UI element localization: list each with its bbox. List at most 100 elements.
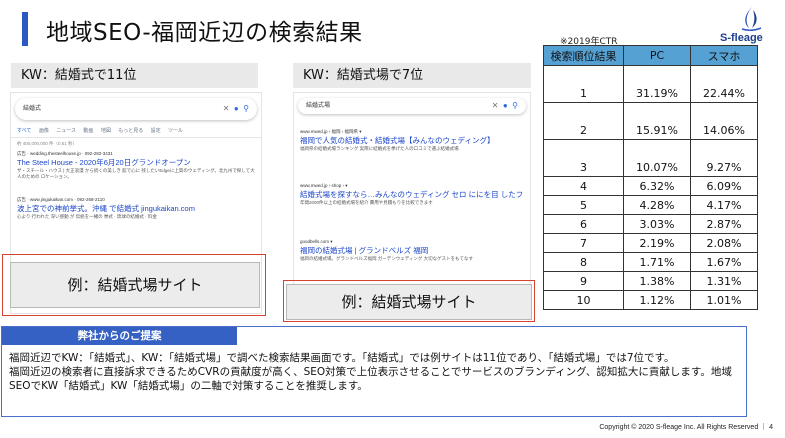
tabs-divider xyxy=(11,137,261,138)
result-url: 広告 · www.jingukaikan.com · 092-268-2110 xyxy=(17,197,105,202)
header-smartphone: スマホ xyxy=(690,45,758,66)
clear-icon: ✕ xyxy=(491,101,499,110)
company-logo: S-fleage xyxy=(718,6,778,46)
mic-icon: ● xyxy=(502,101,508,110)
table-row: 10 1.12% 1.01% xyxy=(543,290,758,310)
sp-ctr-cell: 22.44% xyxy=(690,65,758,103)
sp-ctr-cell: 1.31% xyxy=(690,271,758,291)
tab-tools: ツール xyxy=(168,128,184,134)
rank-cell: 3 xyxy=(543,139,624,177)
pc-ctr-cell: 6.32% xyxy=(623,176,691,196)
sp-ctr-cell: 4.17% xyxy=(690,195,758,215)
pc-ctr-cell: 3.03% xyxy=(623,214,691,234)
result-description: 年間2000件以上の結婚式場を紹介 費用や見積もりを比較できます xyxy=(300,200,433,205)
title-accent-bar xyxy=(22,12,28,46)
tab-videos: 動画 xyxy=(83,128,94,134)
sp-ctr-cell: 1.01% xyxy=(690,290,758,310)
result-title: 福岡の結婚式場 | グランドベルズ 福岡 xyxy=(300,246,429,255)
rank-cell: 7 xyxy=(543,233,624,253)
search-query: 結婚式場 xyxy=(306,103,331,109)
rank-cell: 5 xyxy=(543,195,624,215)
search-result: 広告 · www.jingukaikan.com · 092-268-2110 … xyxy=(17,197,255,232)
pc-ctr-cell: 15.91% xyxy=(623,102,691,140)
search-box: 結婚式場 ✕ ● ⚲ xyxy=(298,98,526,114)
search-result: goodbells.com ▾ 福岡の結婚式場 | グランドベルズ 福岡 福岡の… xyxy=(300,239,524,274)
rank-cell: 6 xyxy=(543,214,624,234)
result-url: www.mwed.jp › 福岡 › 福岡県 ▾ xyxy=(300,129,362,134)
rank-cell: 1 xyxy=(543,65,624,103)
result-url: www.mwed.jp › shop › ▾ xyxy=(300,183,348,188)
tab-all: すべて xyxy=(17,128,32,134)
tab-more: もっと見る xyxy=(118,128,144,134)
table-row: 9 1.38% 1.31% xyxy=(543,271,758,291)
result-title: 波上宮での神前挙式。沖縄 で結婚式 jingukaikan.com xyxy=(17,204,195,213)
tab-maps: 地図 xyxy=(100,128,111,134)
logo-text: S-fleage xyxy=(720,32,763,44)
proposal-paragraph-1: 福岡近辺でKW：「結婚式」、KW：「結婚式場」で調べた検索結果画面です。「結婚式… xyxy=(9,352,675,364)
sp-ctr-cell: 2.87% xyxy=(690,214,758,234)
search-icon: ⚲ xyxy=(512,101,518,110)
result-title: The Steel House - 2020年6月20日グランドオープン xyxy=(17,158,191,167)
result-url: 広告 · wedding.thesteelhouse.jp · 092-282-… xyxy=(17,151,113,156)
table-row: 7 2.19% 2.08% xyxy=(543,233,758,253)
table-row: 6 3.03% 2.87% xyxy=(543,214,758,234)
slide-title: 地域SEO-福岡近辺の検索結果 xyxy=(46,20,363,46)
mic-icon: ● xyxy=(233,104,239,113)
result-description: 福岡県の結婚式場ランキング 実際に結婚式を挙げた人の口コミで選ぶ結婚式場 xyxy=(300,146,459,151)
result-title: 結婚式場を探すなら…みんなのウェディング セロ ににを目 したフェア xyxy=(300,190,524,199)
rank-cell: 8 xyxy=(543,252,624,272)
rank-cell: 2 xyxy=(543,102,624,140)
table-row: 3 10.07% 9.27% xyxy=(543,139,758,177)
proposal-box: 弊社からのご提案 福岡近辺でKW：「結婚式」、KW：「結婚式場」で調べた検索結果… xyxy=(1,326,747,417)
table-row: 5 4.28% 4.17% xyxy=(543,195,758,215)
proposal-heading: 弊社からのご提案 xyxy=(2,327,237,345)
clear-icon: ✕ xyxy=(222,104,230,113)
rank-cell: 9 xyxy=(543,271,624,291)
result-count: 約 400,000,000 件（0.51 秒） xyxy=(17,141,78,146)
pc-ctr-cell: 1.71% xyxy=(623,252,691,272)
sail-logo-icon xyxy=(741,7,762,32)
search-query: 結婚式 xyxy=(23,106,42,112)
table-row: 2 15.91% 14.06% xyxy=(543,102,758,140)
pc-ctr-cell: 31.19% xyxy=(623,65,691,103)
table-row: 1 31.19% 22.44% xyxy=(543,65,758,103)
table-row: 4 6.32% 6.09% xyxy=(543,176,758,196)
pc-ctr-cell: 2.19% xyxy=(623,233,691,253)
tab-news: ニュース xyxy=(56,128,77,134)
example-site-label-2: 例：結婚式場サイト xyxy=(286,284,532,320)
search-box: 結婚式 ✕ ● ⚲ xyxy=(15,98,257,120)
sp-ctr-cell: 9.27% xyxy=(690,139,758,177)
pc-ctr-cell: 1.38% xyxy=(623,271,691,291)
result-title: 福岡で人気の結婚式・結婚式場【みんなのウェディング】 xyxy=(300,136,495,145)
sp-ctr-cell: 1.67% xyxy=(690,252,758,272)
search-icon: ⚲ xyxy=(243,104,249,113)
copyright-footer: Copyright © 2020 S-fleage Inc. All Right… xyxy=(599,424,773,431)
tab-settings: 設定 xyxy=(150,128,161,134)
pc-ctr-cell: 1.12% xyxy=(623,290,691,310)
header-pc: PC xyxy=(623,45,691,66)
sp-ctr-cell: 14.06% xyxy=(690,102,758,140)
result-url: goodbells.com ▾ xyxy=(300,239,333,244)
result-description: 心より 行われた 深い感動 が 伝統を一緒の 挙式 · 琉球の結婚式 · 料金 xyxy=(17,214,157,219)
header-rank: 検索順位結果 xyxy=(543,45,624,66)
example-site-label-1: 例：結婚式場サイト xyxy=(10,262,260,308)
search-result: www.mwed.jp › 福岡 › 福岡県 ▾ 福岡で人気の結婚式・結婚式場【… xyxy=(300,129,524,164)
ctr-table: 検索順位結果 PC スマホ 1 31.19% 22.44% 2 15.91% 1… xyxy=(543,45,758,310)
result-description: ザ・スチール・ハウス | 大正浪漫 から続くの美しき 館で心に 残したいEdge… xyxy=(17,168,255,179)
sp-ctr-cell: 6.09% xyxy=(690,176,758,196)
result-description: 福岡の結婚式場。グランドベルズ福岡 ガーデンウェディング 大切なゲストをもてなす xyxy=(300,256,474,261)
table-row: 8 1.71% 1.67% xyxy=(543,252,758,272)
proposal-text: 福岡近辺でKW：「結婚式」、KW：「結婚式場」で調べた検索結果画面です。「結婚式… xyxy=(9,351,738,393)
proposal-paragraph-2: 福岡近辺の検索者に直接訴求できるためCVRの貢献度が高く、SEO対策で上位表示さ… xyxy=(9,366,732,392)
sp-ctr-cell: 2.08% xyxy=(690,233,758,253)
rank-cell: 4 xyxy=(543,176,624,196)
tab-images: 画像 xyxy=(38,128,49,134)
keyword-label-1: KW：結婚式で11位 xyxy=(11,63,258,88)
ctr-header-row: 検索順位結果 PC スマホ xyxy=(543,45,758,66)
pc-ctr-cell: 10.07% xyxy=(623,139,691,177)
search-result: www.mwed.jp › shop › ▾ 結婚式場を探すなら…みんなのウェデ… xyxy=(300,183,524,218)
rank-cell: 10 xyxy=(543,290,624,310)
search-result: 広告 · wedding.thesteelhouse.jp · 092-282-… xyxy=(17,151,255,186)
keyword-label-2: KW：結婚式場で7位 xyxy=(293,63,531,88)
pc-ctr-cell: 4.28% xyxy=(623,195,691,215)
